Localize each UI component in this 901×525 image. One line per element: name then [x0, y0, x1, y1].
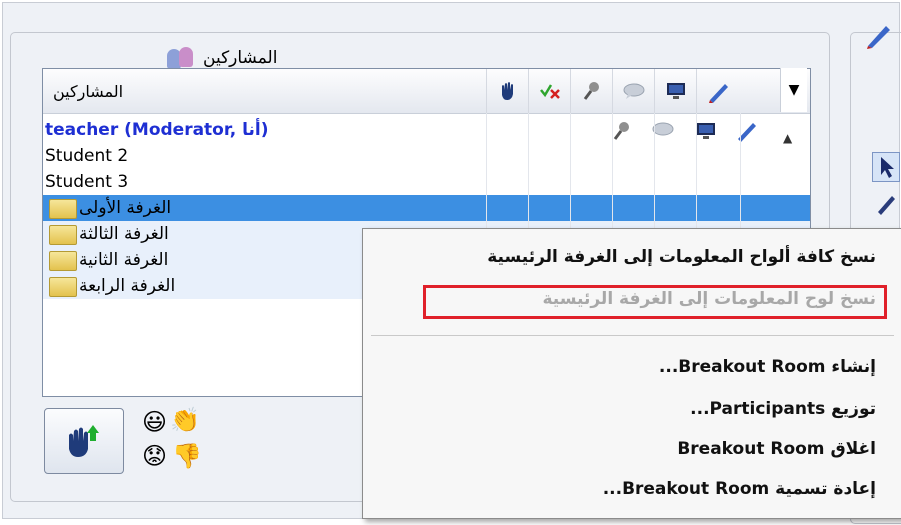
- menu-item-rename-breakout-room[interactable]: إعادة تسمية Breakout Room...: [603, 479, 876, 499]
- monitor-icon: [695, 121, 717, 145]
- folder-icon: [49, 199, 77, 219]
- chat-bubble-icon[interactable]: [612, 69, 655, 113]
- context-menu: نسخ كافة ألواح المعلومات إلى الغرفة الرئ…: [362, 228, 901, 519]
- participants-icon: [167, 47, 197, 69]
- microphone-icon: [611, 121, 633, 145]
- menu-item-copy-all-whiteboards[interactable]: نسخ كافة ألواح المعلومات إلى الغرفة الرئ…: [487, 247, 876, 267]
- pen-tool-icon[interactable]: [874, 190, 900, 220]
- list-header: المشاركين: [43, 69, 810, 114]
- menu-item-close-breakout-room[interactable]: اغلاق Breakout Room: [677, 439, 876, 459]
- columns-dropdown-button[interactable]: ▼: [780, 68, 807, 112]
- highlight-box: [423, 285, 887, 319]
- pointer-tool-icon[interactable]: [872, 152, 900, 182]
- hand-icon[interactable]: [486, 69, 529, 113]
- room-item[interactable]: الغرفة الأولى: [43, 195, 810, 221]
- check-x-icon[interactable]: [528, 69, 571, 113]
- panel-title: المشاركين: [203, 48, 278, 68]
- pencil-icon[interactable]: [696, 69, 741, 113]
- group-title: المشاركين: [161, 47, 284, 69]
- menu-separator: [371, 335, 894, 336]
- raise-hand-button[interactable]: [44, 408, 124, 474]
- folder-icon: [49, 225, 77, 245]
- smiley-icon[interactable]: 😃: [142, 410, 167, 434]
- menu-item-create-breakout-room[interactable]: إنشاء Breakout Room...: [659, 357, 876, 377]
- monitor-icon[interactable]: [654, 69, 697, 113]
- applause-icon[interactable]: 👏: [170, 408, 200, 432]
- sad-face-icon[interactable]: 😟: [142, 444, 167, 468]
- scroll-up-arrow-icon[interactable]: ▲: [783, 131, 792, 145]
- pencil-icon: [735, 119, 759, 147]
- thumbs-down-icon[interactable]: 👎: [172, 444, 202, 468]
- raise-hand-button-icon: [69, 425, 99, 457]
- pencil-icon[interactable]: [864, 20, 894, 54]
- list-item[interactable]: Student 3: [43, 169, 810, 195]
- microphone-icon[interactable]: [570, 69, 613, 113]
- menu-item-distribute-participants[interactable]: توزيع Participants...: [690, 399, 876, 419]
- folder-icon: [49, 251, 77, 271]
- list-item[interactable]: Student 2: [43, 143, 810, 169]
- folder-icon: [49, 277, 77, 297]
- header-participants-label[interactable]: المشاركين: [53, 69, 123, 113]
